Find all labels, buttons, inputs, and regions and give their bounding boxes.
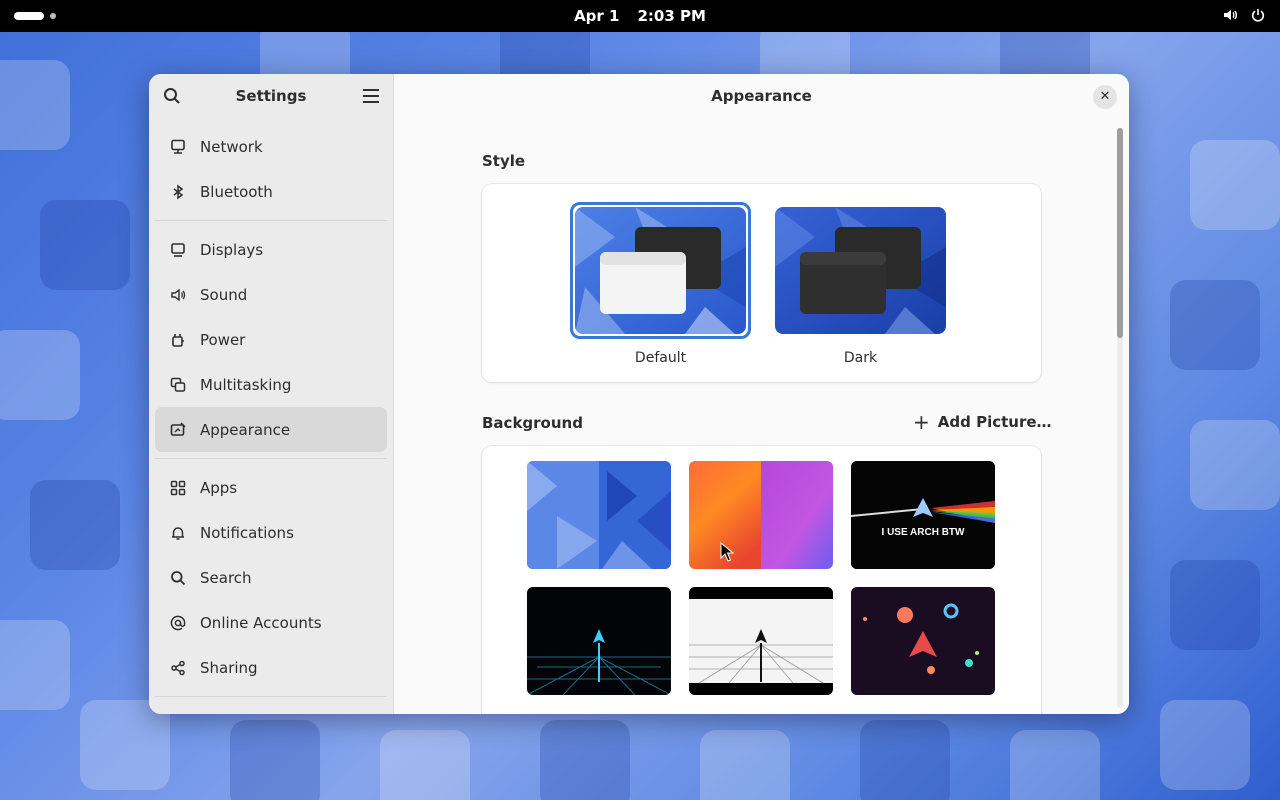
power-icon bbox=[1250, 7, 1266, 27]
bell-icon bbox=[169, 524, 186, 541]
wallpaper-caption: I USE ARCH BTW bbox=[881, 527, 965, 538]
close-icon: ✕ bbox=[1099, 89, 1111, 104]
apps-grid-icon bbox=[169, 479, 186, 496]
background-card: I USE ARCH BTW bbox=[482, 446, 1041, 714]
sidebar-item-power[interactable]: Power bbox=[155, 317, 387, 362]
wallpaper-arch-prism[interactable]: I USE ARCH BTW bbox=[851, 461, 995, 569]
default-style-preview bbox=[575, 207, 746, 334]
wallpaper-arch-neon-grid[interactable] bbox=[527, 587, 671, 695]
dark-style-preview bbox=[775, 207, 946, 334]
sidebar-item-label: Sound bbox=[200, 285, 248, 304]
sidebar-item-label: Displays bbox=[200, 240, 264, 259]
sidebar-separator bbox=[155, 220, 387, 221]
speaker-icon bbox=[1222, 7, 1238, 27]
sidebar-item-bluetooth[interactable]: Bluetooth bbox=[155, 169, 387, 214]
sidebar-item-notifications[interactable]: Notifications bbox=[155, 510, 387, 555]
sidebar-item-apps[interactable]: Apps bbox=[155, 465, 387, 510]
multitasking-icon bbox=[169, 376, 186, 393]
wallpaper-arch-white-grid[interactable] bbox=[689, 587, 833, 695]
page-title: Appearance bbox=[711, 87, 812, 105]
style-card: Default Dark bbox=[482, 184, 1041, 382]
style-option-dark[interactable]: Dark bbox=[775, 207, 946, 366]
add-picture-label: Add Picture… bbox=[937, 413, 1052, 431]
share-icon bbox=[169, 659, 186, 676]
speaker-icon bbox=[169, 286, 186, 303]
scrollbar-thumb[interactable] bbox=[1117, 128, 1123, 338]
sidebar-item-label: Notifications bbox=[200, 523, 294, 542]
sidebar-item-label: Appearance bbox=[200, 420, 291, 439]
sidebar-item-sharing[interactable]: Sharing bbox=[155, 645, 387, 690]
sidebar-item-online-accounts[interactable]: Online Accounts bbox=[155, 600, 387, 645]
style-option-label: Dark bbox=[843, 350, 878, 366]
clock-time: 2:03 PM bbox=[637, 7, 706, 25]
style-option-default[interactable]: Default bbox=[575, 207, 746, 366]
sidebar-title: Settings bbox=[235, 87, 307, 105]
sidebar: Settings Network Bluetooth Displays Soun… bbox=[149, 74, 394, 714]
sidebar-header: Settings bbox=[149, 74, 393, 120]
sidebar-item-search[interactable]: Search bbox=[155, 555, 387, 600]
wallpaper-orange-purple[interactable] bbox=[689, 461, 833, 569]
sidebar-list: Network Bluetooth Displays Sound Power M… bbox=[149, 120, 393, 697]
hamburger-menu-icon[interactable] bbox=[363, 89, 379, 103]
sidebar-item-label: Network bbox=[200, 137, 263, 156]
sidebar-item-label: Apps bbox=[200, 478, 238, 497]
close-button[interactable]: ✕ bbox=[1093, 85, 1117, 109]
style-heading: Style bbox=[482, 152, 526, 170]
sidebar-separator bbox=[155, 696, 387, 697]
sidebar-separator bbox=[155, 458, 387, 459]
wallpaper-blue-triangles[interactable] bbox=[527, 461, 671, 569]
style-option-label: Default bbox=[634, 350, 687, 366]
sidebar-item-appearance[interactable]: Appearance bbox=[155, 407, 387, 452]
sidebar-item-label: Power bbox=[200, 330, 246, 349]
sidebar-item-label: Multitasking bbox=[200, 375, 292, 394]
plus-icon: + bbox=[913, 410, 930, 434]
network-icon bbox=[169, 138, 186, 155]
sidebar-item-displays[interactable]: Displays bbox=[155, 227, 387, 272]
appearance-icon bbox=[169, 421, 186, 438]
search-icon bbox=[169, 569, 186, 586]
wallpaper-arch-planets[interactable] bbox=[851, 587, 995, 695]
sidebar-item-label: Sharing bbox=[200, 658, 258, 677]
power-plug-icon bbox=[169, 331, 186, 348]
sidebar-item-sound[interactable]: Sound bbox=[155, 272, 387, 317]
clock-date: Apr 1 bbox=[574, 7, 620, 25]
top-bar: Apr 1 2:03 PM bbox=[0, 0, 1280, 32]
sidebar-item-network[interactable]: Network bbox=[155, 124, 387, 169]
sidebar-item-label: Online Accounts bbox=[200, 613, 322, 632]
background-heading: Background bbox=[482, 414, 583, 432]
add-picture-button[interactable]: + Add Picture… bbox=[913, 412, 1052, 432]
main-panel: Appearance ✕ Style Default Dark Backgrou… bbox=[394, 74, 1129, 714]
sidebar-item-multitasking[interactable]: Multitasking bbox=[155, 362, 387, 407]
clock[interactable]: Apr 1 2:03 PM bbox=[0, 7, 1280, 25]
at-sign-icon bbox=[169, 614, 186, 631]
sidebar-item-label: Search bbox=[200, 568, 252, 587]
system-tray[interactable] bbox=[1222, 7, 1266, 27]
sidebar-item-label: Bluetooth bbox=[200, 182, 273, 201]
display-icon bbox=[169, 241, 186, 258]
settings-window: Settings Network Bluetooth Displays Soun… bbox=[149, 74, 1129, 714]
bluetooth-icon bbox=[169, 183, 186, 200]
